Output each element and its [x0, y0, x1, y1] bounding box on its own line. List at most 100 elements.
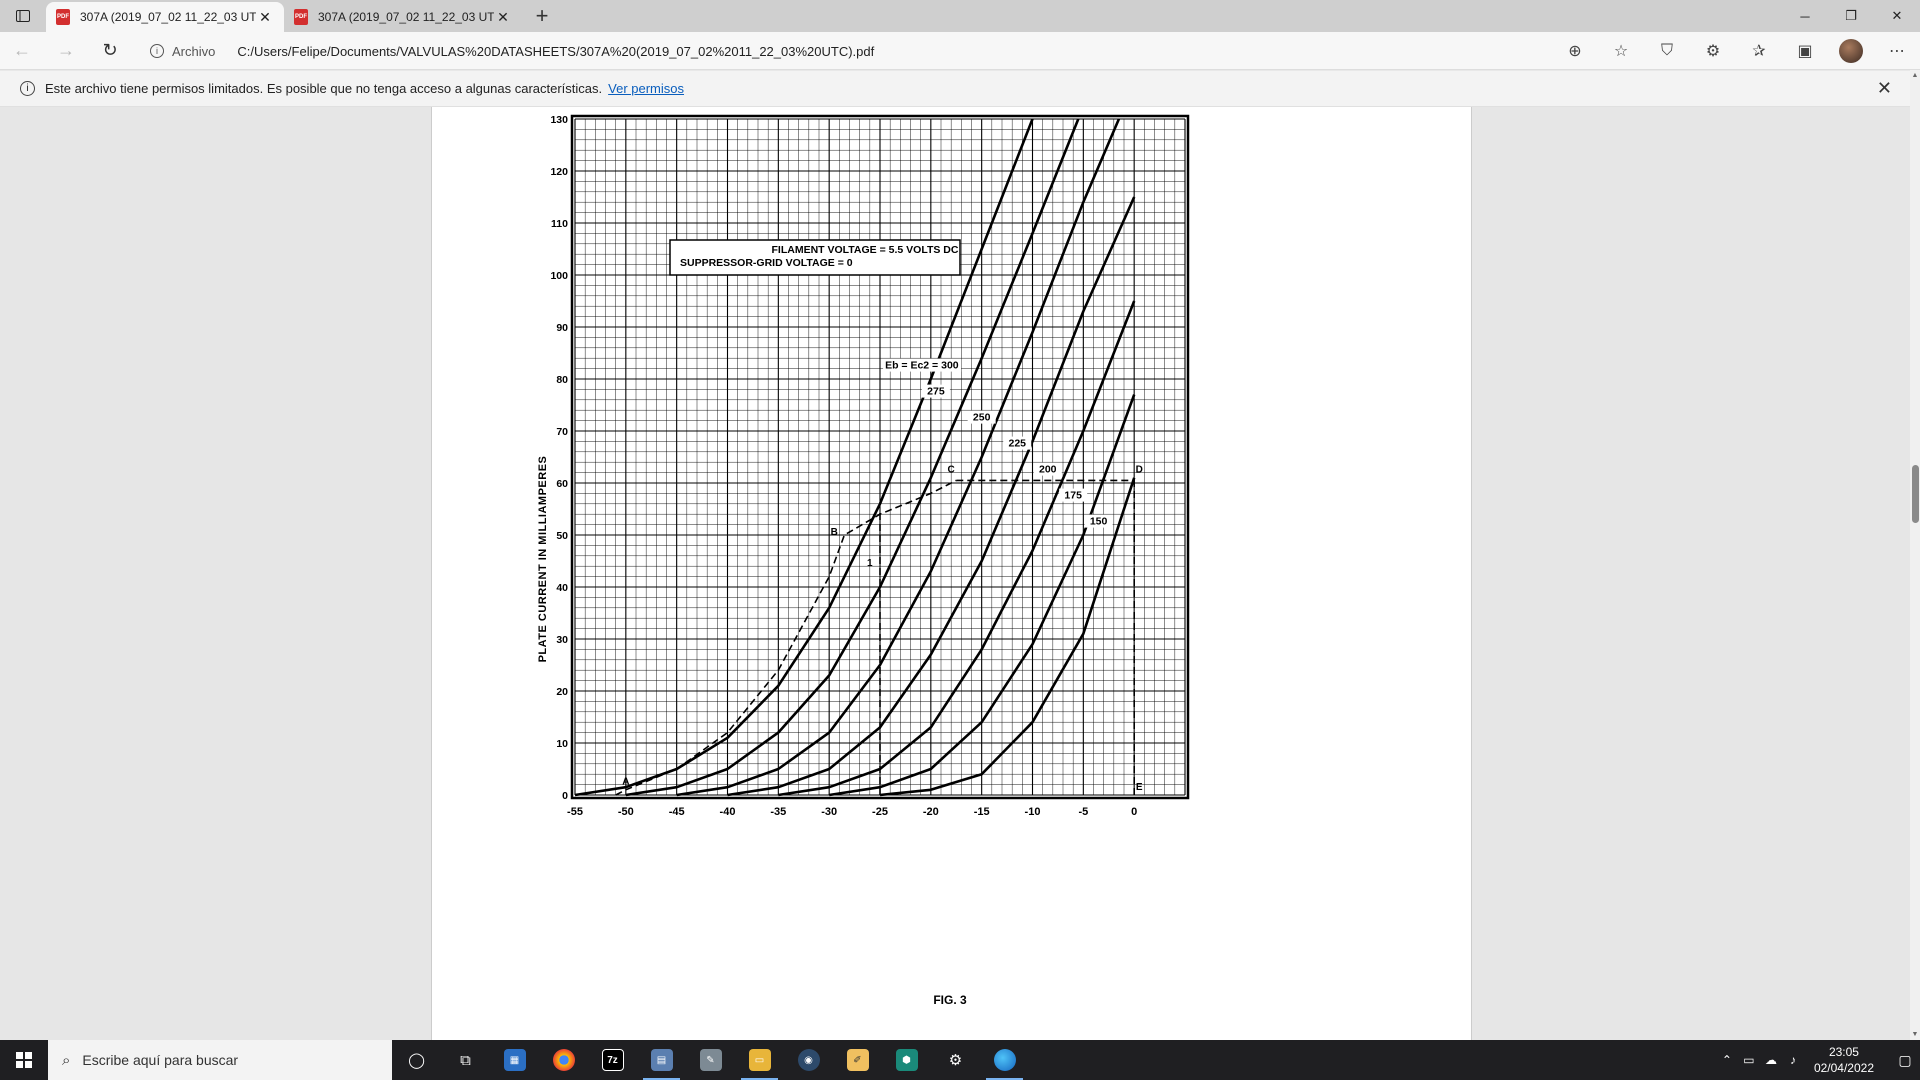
back-button[interactable]: ←: [0, 32, 44, 70]
y-tick-label: 70: [556, 426, 568, 438]
tab-close-icon[interactable]: ✕: [256, 9, 274, 26]
favorites-icon[interactable]: ✰: [1736, 32, 1782, 70]
chrome-icon[interactable]: [539, 1040, 588, 1080]
plate-current-chart: -55 -50 -45 -40 -35 -30 -25 -20 -15 -10 -5 0 010203…: [537, 114, 1190, 1007]
x-tick-label: -35: [770, 806, 786, 818]
task-view-icon[interactable]: ⧉: [441, 1040, 490, 1080]
y-tick-label: 40: [556, 582, 568, 594]
x-tick-label: -45: [669, 806, 685, 818]
site-label: Archivo: [172, 43, 216, 59]
y-tick-label: 30: [556, 634, 568, 646]
curve-label: Eb = Ec2 = 300: [885, 360, 959, 372]
infobar-message: Este archivo tiene permisos limitados. E…: [45, 81, 603, 96]
y-tick-label: 60: [556, 478, 568, 490]
zoom-icon[interactable]: ⊕: [1552, 32, 1598, 70]
taskbar-search[interactable]: ⌕ Escribe aquí para buscar: [48, 1040, 392, 1080]
app-icon[interactable]: ✎: [686, 1040, 735, 1080]
x-tick-label: -5: [1078, 806, 1088, 818]
system-tray: ⌃ ▭ ☁ ♪ 23:05 02/04/2022 ▢: [1716, 1040, 1920, 1080]
y-tick-label: 130: [550, 114, 568, 126]
start-button[interactable]: [0, 1040, 48, 1080]
view-permissions-link[interactable]: Ver permisos: [608, 81, 684, 96]
tab-strip: PDF 307A (2019_07_02 11_22_03 UTC ✕ PDF …: [0, 0, 1920, 32]
x-tick-label: -20: [923, 806, 939, 818]
tab-label: 307A (2019_07_02 11_22_03 UTC: [80, 10, 256, 24]
clock[interactable]: 23:05 02/04/2022: [1814, 1044, 1874, 1076]
restore-button[interactable]: ❐: [1828, 0, 1874, 32]
notepad-icon[interactable]: ✐: [833, 1040, 882, 1080]
tab-pdf-2[interactable]: PDF 307A (2019_07_02 11_22_03 UTC ✕: [284, 2, 522, 32]
onedrive-icon[interactable]: ☁: [1760, 1053, 1782, 1067]
pdf-page: -55 -50 -45 -40 -35 -30 -25 -20 -15 -10 -5 0 0 10 20 3…: [431, 107, 1472, 1040]
info-icon: i: [20, 81, 35, 96]
figure-caption: FIG. 3: [933, 993, 967, 1007]
x-tick-label: -30: [821, 806, 837, 818]
vertical-scrollbar[interactable]: ▲ ▼: [1910, 70, 1920, 1040]
tab-pdf-1[interactable]: PDF 307A (2019_07_02 11_22_03 UTC ✕: [46, 2, 284, 32]
refresh-button[interactable]: ↻: [88, 32, 132, 70]
7zip-icon[interactable]: 7z: [588, 1040, 637, 1080]
chart-curves: [574, 118, 1136, 797]
point-label: B: [831, 527, 838, 538]
minimize-button[interactable]: ─: [1782, 0, 1828, 32]
tab-label: 307A (2019_07_02 11_22_03 UTC: [318, 10, 494, 24]
y-tick-label: 100: [550, 270, 568, 282]
point-label: C: [948, 465, 955, 476]
y-tick-labels: 0 10 20 30 40 50 60 70 80 90 100 110 120 130: [550, 114, 568, 802]
y-tick-label: 0: [562, 790, 568, 802]
store-icon[interactable]: ▦: [490, 1040, 539, 1080]
profile-button[interactable]: [1828, 32, 1874, 70]
scrollbar-thumb[interactable]: [1912, 465, 1919, 523]
y-tick-label: 10: [556, 738, 568, 750]
windows-taskbar: ⌕ Escribe aquí para buscar ◯ ⧉ ▦ 7z ▤ ✎ …: [0, 1040, 1920, 1080]
curve-label: 250: [973, 412, 991, 424]
chevron-up-icon[interactable]: ⌃: [1716, 1053, 1738, 1067]
y-tick-label: 80: [556, 374, 568, 386]
y-tick-label: 50: [556, 530, 568, 542]
new-tab-button[interactable]: +: [522, 0, 562, 32]
clock-time: 23:05: [1828, 1045, 1859, 1059]
clock-date: 02/04/2022: [1813, 1061, 1874, 1075]
tab-close-icon[interactable]: ✕: [494, 9, 512, 26]
security-app-icon[interactable]: ⬢: [882, 1040, 931, 1080]
game-controller-icon[interactable]: ◉: [784, 1040, 833, 1080]
legend-line-1: FILAMENT VOLTAGE = 5.5 VOLTS DC: [772, 244, 959, 256]
browser-toolbar: ← → ↻ i Archivo C:/Users/Felipe/Document…: [0, 32, 1920, 70]
address-bar[interactable]: i Archivo C:/Users/Felipe/Documents/VALV…: [150, 36, 1590, 66]
plate-curve-eb-ec2-300: [574, 118, 1034, 797]
volume-icon[interactable]: ♪: [1782, 1053, 1804, 1067]
windows-logo-icon: [16, 1052, 32, 1068]
point-label: A: [622, 777, 629, 788]
point-label: 1: [867, 558, 873, 569]
settings-gear-icon[interactable]: ⚙: [931, 1040, 980, 1080]
y-axis-label: PLATE CURRENT IN MILLIAMPERES: [537, 456, 549, 663]
calculator-icon[interactable]: ▤: [637, 1040, 686, 1080]
forward-button[interactable]: →: [44, 32, 88, 70]
scroll-down-icon[interactable]: ▼: [1910, 1031, 1920, 1038]
url-text[interactable]: C:/Users/Felipe/Documents/VALVULAS%20DAT…: [237, 44, 874, 59]
notification-icon[interactable]: ▢: [1890, 1040, 1920, 1080]
chart-dashed-lines: [615, 477, 1135, 796]
close-window-button[interactable]: ✕: [1874, 0, 1920, 32]
add-favorite-icon[interactable]: ☆: [1598, 32, 1644, 70]
collections-icon[interactable]: ▣: [1782, 32, 1828, 70]
plate-curve-275: [625, 118, 1080, 797]
curve-label: 200: [1039, 464, 1057, 476]
pdf-file-icon: PDF: [56, 9, 70, 25]
network-icon[interactable]: ▭: [1738, 1053, 1760, 1067]
site-info-icon[interactable]: i: [150, 44, 164, 58]
scroll-up-icon[interactable]: ▲: [1910, 72, 1920, 79]
point-label: E: [1136, 782, 1143, 793]
pdf-file-icon: PDF: [294, 9, 308, 25]
infobar-close-icon[interactable]: ✕: [1877, 78, 1892, 99]
edge-icon[interactable]: [980, 1040, 1029, 1080]
tab-actions-menu-button[interactable]: [0, 0, 46, 32]
extensions-icon[interactable]: ⚙: [1690, 32, 1736, 70]
tracking-prevention-icon[interactable]: ⛉: [1644, 32, 1690, 70]
file-explorer-icon[interactable]: ▭: [735, 1040, 784, 1080]
x-tick-label: -15: [974, 806, 990, 818]
curve-label: 225: [1008, 438, 1026, 450]
pdf-viewer[interactable]: -55 -50 -45 -40 -35 -30 -25 -20 -15 -10 -5 0 0 10 20 3…: [0, 107, 1910, 1040]
cortana-icon[interactable]: ◯: [392, 1040, 441, 1080]
settings-menu-icon[interactable]: ⋯: [1874, 32, 1920, 70]
